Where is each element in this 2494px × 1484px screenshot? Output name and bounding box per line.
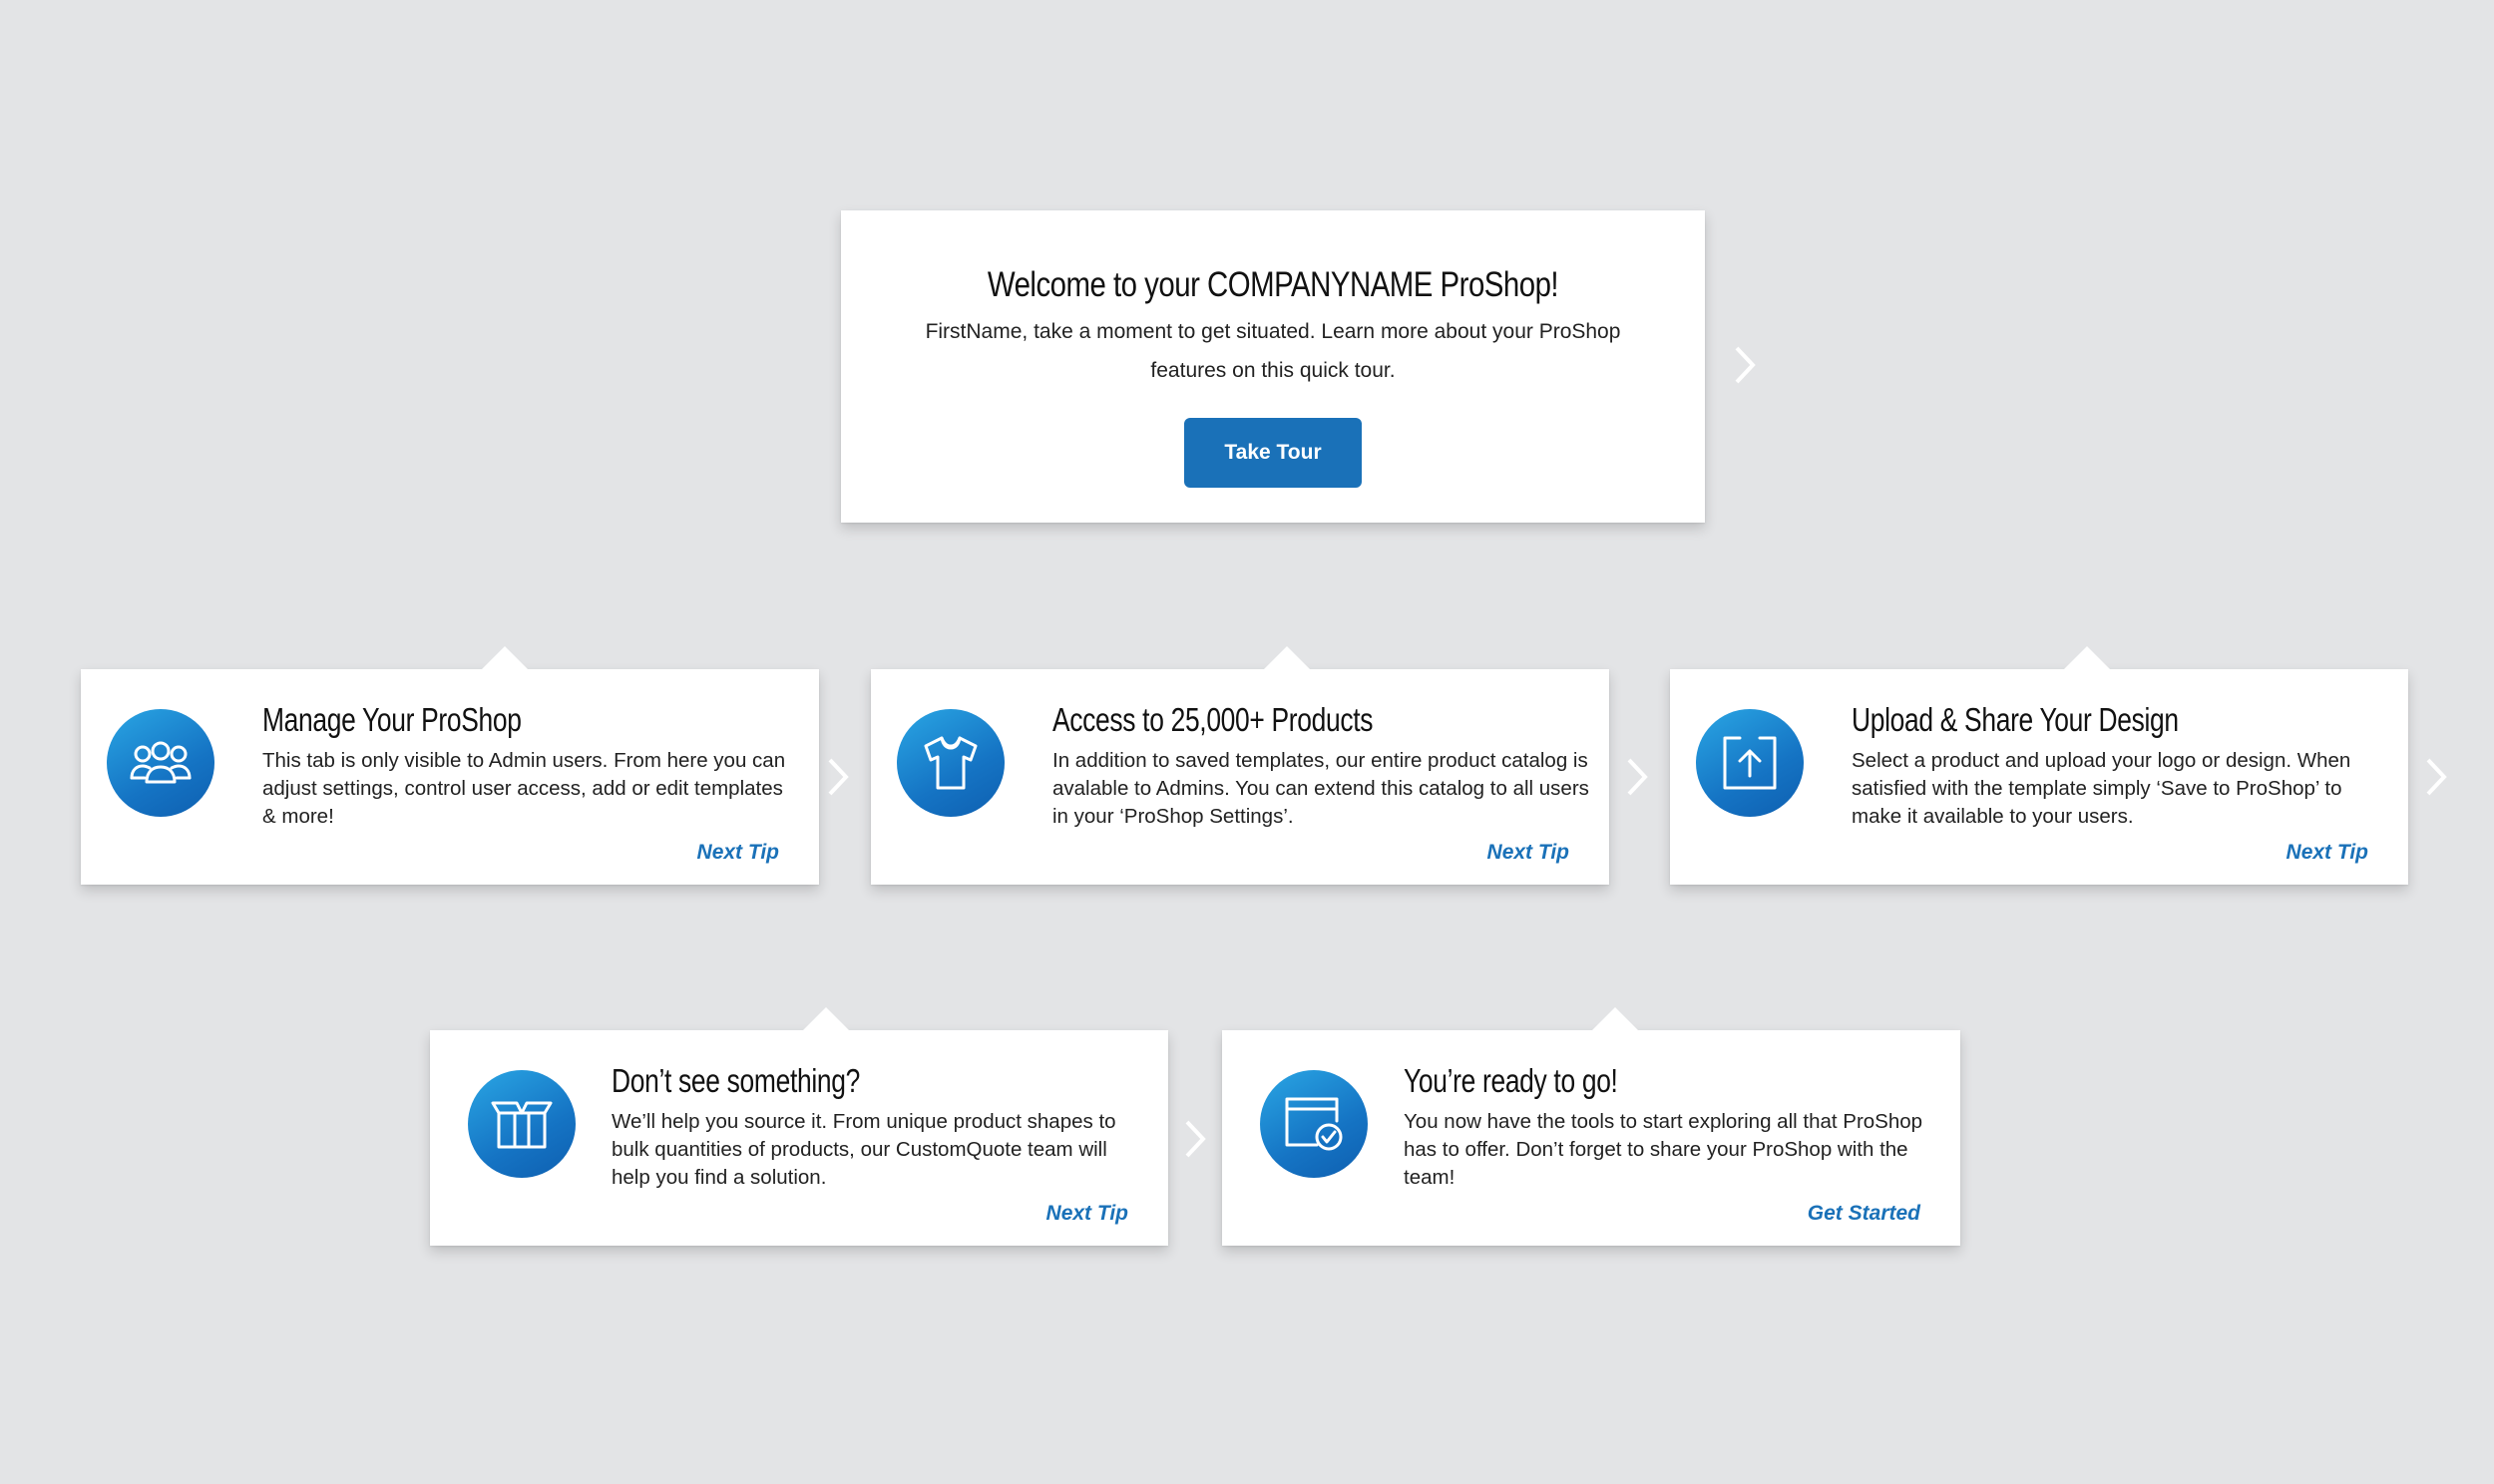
window-check-icon xyxy=(1260,1070,1368,1178)
chevron-right-icon[interactable] xyxy=(1184,1119,1206,1159)
next-tip-link[interactable]: Next Tip xyxy=(1046,1202,1128,1226)
upload-icon xyxy=(1696,709,1804,817)
next-tip-link[interactable]: Next Tip xyxy=(2286,841,2368,865)
get-started-link[interactable]: Get Started xyxy=(1808,1202,1920,1226)
welcome-title: Welcome to your COMPANYNAME ProShop! xyxy=(987,265,1559,304)
box-icon xyxy=(468,1070,576,1178)
tip-body: Select a product and upload your logo or… xyxy=(1852,749,2351,828)
tip-card-dont-see-something: Don’t see something? We’ll help you sour… xyxy=(430,1007,1168,1246)
chevron-right-icon[interactable] xyxy=(1626,757,1648,797)
tshirt-icon xyxy=(897,709,1005,817)
next-tip-link[interactable]: Next Tip xyxy=(1487,841,1569,865)
welcome-card: Welcome to your COMPANYNAME ProShop! Fir… xyxy=(841,210,1705,523)
tip-body: We’ll help you source it. From unique pr… xyxy=(612,1110,1116,1189)
tip-card-manage-proshop: Manage Your ProShop This tab is only vis… xyxy=(81,646,819,885)
tip-card-products: Access to 25,000+ Products In addition t… xyxy=(871,646,1609,885)
tip-title: Don’t see something? xyxy=(612,1062,860,1099)
tip-card-upload-design: Upload & Share Your Design Select a prod… xyxy=(1670,646,2408,885)
tip-title: Access to 25,000+ Products xyxy=(1052,701,1374,738)
chevron-right-icon[interactable] xyxy=(827,757,849,797)
take-tour-button[interactable]: Take Tour xyxy=(1184,418,1362,488)
chevron-right-icon[interactable] xyxy=(1734,345,1756,385)
users-icon xyxy=(107,709,214,817)
tip-title: Manage Your ProShop xyxy=(262,701,522,738)
tip-title: Upload & Share Your Design xyxy=(1852,701,2179,738)
tip-body: You now have the tools to start explorin… xyxy=(1404,1110,1923,1189)
next-tip-link[interactable]: Next Tip xyxy=(697,841,779,865)
chevron-right-icon[interactable] xyxy=(2425,757,2447,797)
tip-title: You’re ready to go! xyxy=(1404,1062,1618,1099)
tip-card-ready-to-go: You’re ready to go! You now have the too… xyxy=(1222,1007,1960,1246)
tip-body: This tab is only visible to Admin users.… xyxy=(262,749,786,828)
tip-body: In addition to saved templates, our enti… xyxy=(1052,749,1589,828)
welcome-body: FirstName, take a moment to get situated… xyxy=(925,320,1621,382)
